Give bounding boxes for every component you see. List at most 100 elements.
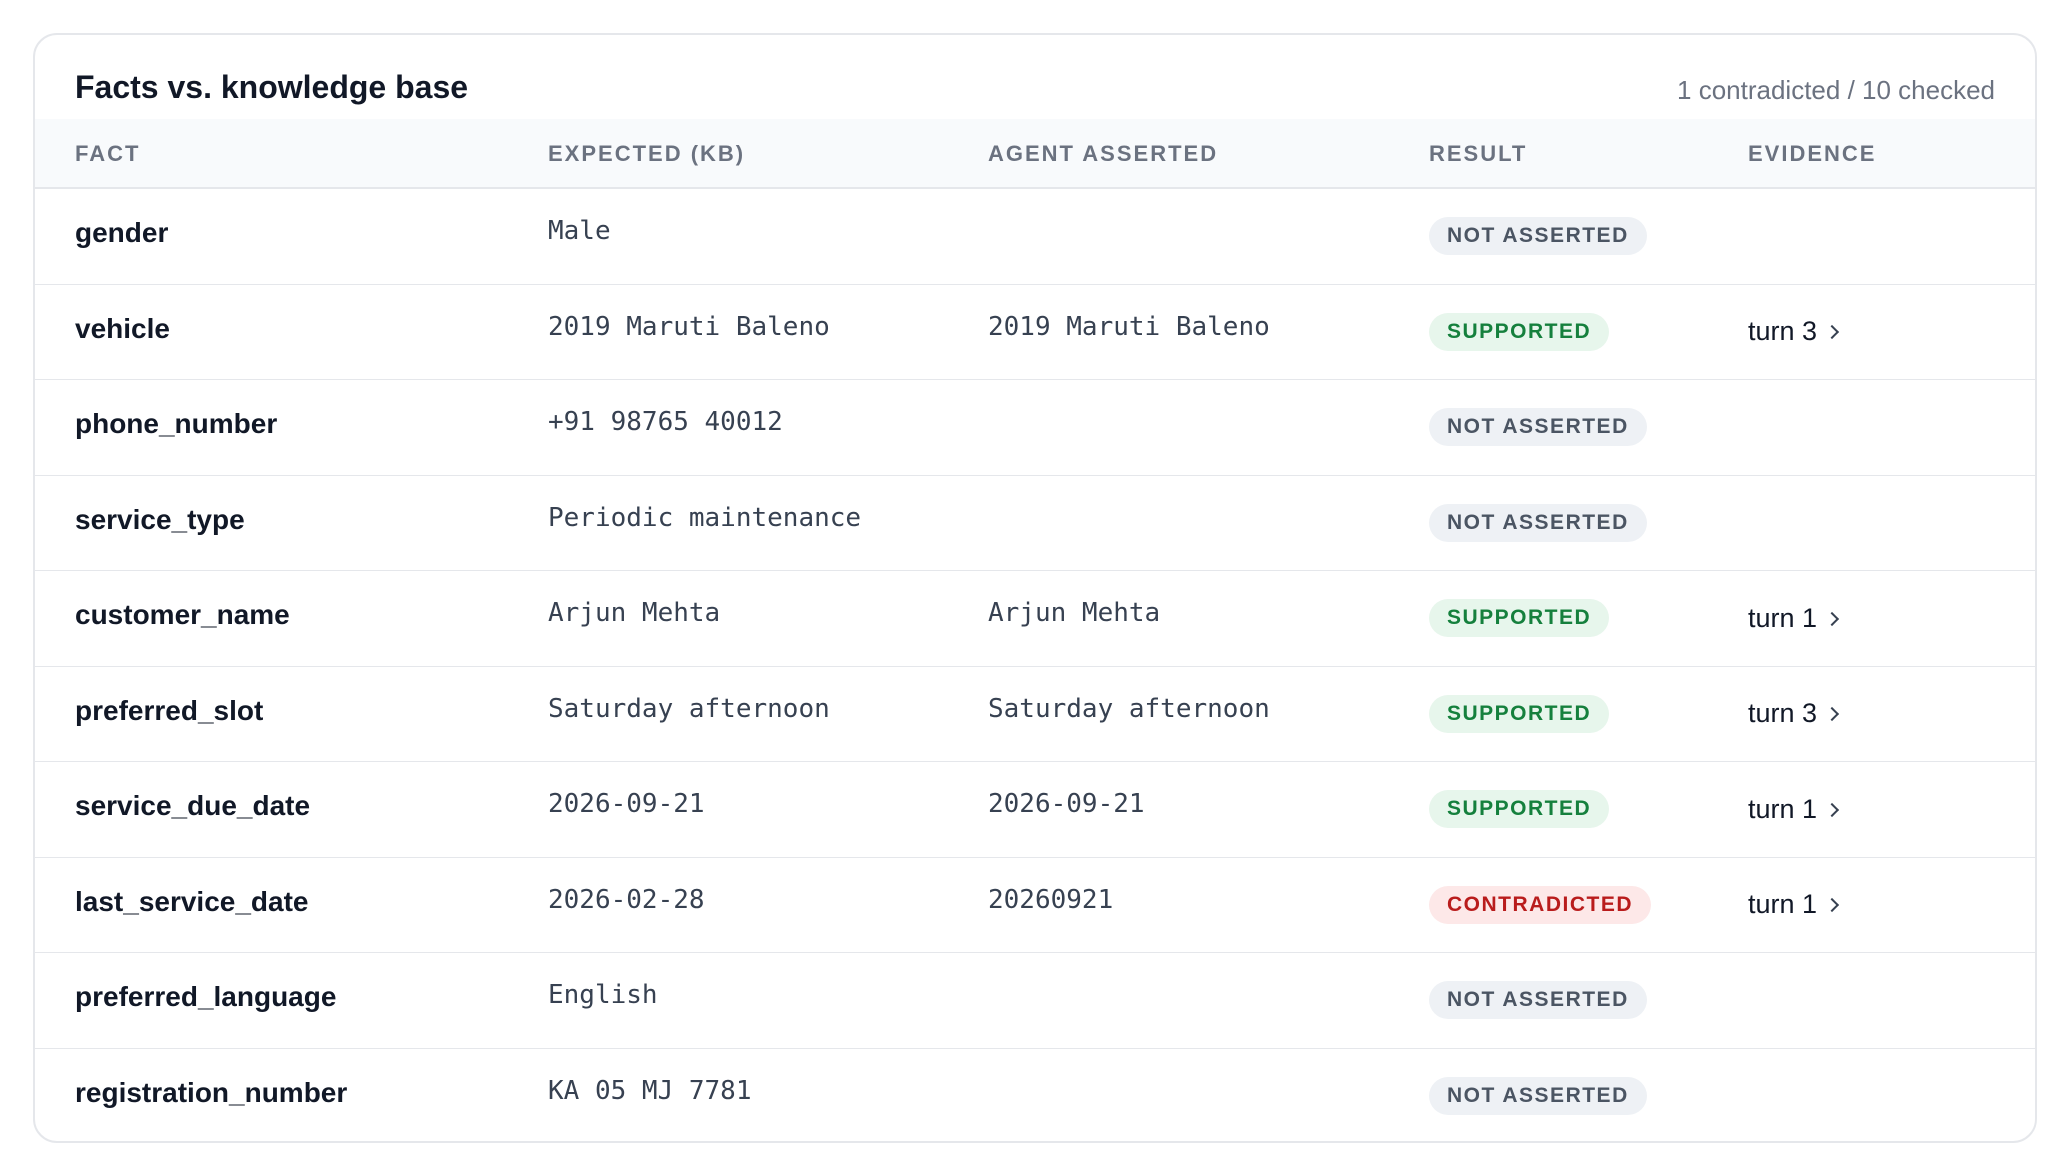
expected-cell: 2026-02-28: [548, 858, 705, 953]
facts-table: FACT EXPECTED (KB) AGENT ASSERTED RESULT…: [35, 119, 2035, 1142]
expected-value: 2026-02-28: [548, 884, 705, 915]
agent-asserted-cell: 2019 Maruti Baleno: [988, 285, 1270, 380]
column-header-result: RESULT: [1429, 141, 1528, 166]
fact-name: vehicle: [75, 312, 170, 344]
expected-cell: Periodic maintenance: [548, 476, 861, 571]
status-badge: NOT ASSERTED: [1429, 981, 1647, 1020]
evidence-cell: turn 1: [1748, 762, 1840, 857]
evidence-label: turn 1: [1748, 602, 1818, 633]
table-row: phone_number +91 98765 40012 NOT ASSERTED: [35, 380, 2035, 476]
evidence-cell: turn 3: [1748, 285, 1840, 380]
evidence-link[interactable]: turn 1: [1748, 794, 1840, 825]
result-cell: NOT ASSERTED: [1429, 189, 1647, 284]
fact-cell: vehicle: [75, 285, 170, 380]
result-cell: CONTRADICTED: [1429, 858, 1651, 953]
table-row: last_service_date 2026-02-28 20260921 CONTR…: [35, 858, 2035, 953]
agent-asserted-cell: 2026-09-21: [988, 762, 1145, 857]
chevron-right-icon: [1824, 802, 1840, 817]
card-title: Facts vs. knowledge base: [75, 69, 469, 105]
table-row: service_type Periodic maintenance NOT ASSE…: [35, 476, 2035, 571]
expected-value: 2026-09-21: [548, 789, 705, 820]
chevron-right-icon: [1824, 898, 1840, 913]
table-header: FACT EXPECTED (KB) AGENT ASSERTED RESULT…: [35, 119, 2035, 189]
status-badge: SUPPORTED: [1429, 694, 1610, 733]
fact-cell: preferred_slot: [75, 667, 263, 762]
fact-name: preferred_slot: [75, 694, 264, 726]
evidence-link[interactable]: turn 3: [1748, 316, 1840, 347]
evidence-cell: turn 3: [1748, 667, 1840, 762]
column-header-fact: FACT: [75, 141, 141, 166]
fact-cell: service_type: [75, 476, 245, 571]
table-row: vehicle 2019 Maruti Baleno 2019 Maruti Bal…: [35, 285, 2035, 380]
agent-asserted-value: 20260921: [988, 884, 1114, 915]
expected-cell: KA 05 MJ 7781: [548, 1049, 752, 1142]
agent-asserted-value: 2026-09-21: [988, 789, 1145, 820]
evidence-label: turn 3: [1748, 698, 1818, 729]
card-header: Facts vs. knowledge base 1 contradicted …: [35, 35, 2035, 119]
expected-value: +91 98765 40012: [548, 407, 783, 438]
expected-value: Arjun Mehta: [548, 598, 721, 629]
result-cell: SUPPORTED: [1429, 571, 1610, 666]
result-cell: NOT ASSERTED: [1429, 476, 1647, 571]
table-row: gender Male NOT ASSERTED: [35, 189, 2035, 285]
evidence-link[interactable]: turn 1: [1748, 602, 1840, 634]
agent-asserted-cell: 20260921: [988, 858, 1113, 953]
check-summary: 1 contradicted / 10 checked: [1677, 75, 1995, 105]
evidence-link[interactable]: turn 3: [1748, 698, 1840, 729]
fact-cell: preferred_language: [75, 953, 336, 1048]
status-badge: NOT ASSERTED: [1429, 408, 1647, 447]
expected-value: KA 05 MJ 7781: [548, 1076, 752, 1107]
fact-name: service_due_date: [75, 790, 311, 822]
result-cell: NOT ASSERTED: [1429, 1049, 1647, 1142]
expected-cell: 2026-09-21: [548, 762, 705, 857]
fact-name: customer_name: [75, 599, 290, 631]
expected-cell: Male: [548, 189, 611, 284]
expected-cell: 2019 Maruti Baleno: [548, 285, 830, 380]
agent-asserted-cell: Arjun Mehta: [988, 571, 1160, 666]
agent-asserted-value: 2019 Maruti Baleno: [988, 311, 1270, 342]
facts-card: Facts vs. knowledge base 1 contradicted …: [33, 33, 2037, 1143]
fact-name: registration_number: [75, 1077, 348, 1109]
agent-asserted-cell: Saturday afternoon: [988, 667, 1270, 762]
fact-cell: service_due_date: [75, 762, 310, 857]
fact-cell: customer_name: [75, 571, 290, 666]
table-row: registration_number KA 05 MJ 7781 NOT ASSE…: [35, 1049, 2035, 1142]
fact-name: gender: [75, 217, 169, 249]
status-badge: NOT ASSERTED: [1429, 503, 1647, 542]
evidence-label: turn 3: [1748, 316, 1818, 347]
chevron-right-icon: [1824, 325, 1840, 340]
result-cell: SUPPORTED: [1429, 285, 1610, 380]
fact-name: last_service_date: [75, 885, 309, 917]
column-header-evidence: EVIDENCE: [1748, 141, 1877, 166]
expected-cell: Saturday afternoon: [548, 667, 830, 762]
evidence-cell: turn 1: [1748, 858, 1840, 953]
column-header-agent-asserted: AGENT ASSERTED: [988, 141, 1219, 166]
expected-cell: Arjun Mehta: [548, 571, 720, 666]
status-badge: SUPPORTED: [1429, 599, 1610, 638]
fact-name: preferred_language: [75, 981, 337, 1013]
expected-cell: +91 98765 40012: [548, 380, 783, 475]
fact-cell: registration_number: [75, 1049, 348, 1142]
table-row: service_due_date 2026-09-21 2026-09-21 SUPP…: [35, 762, 2035, 858]
result-cell: SUPPORTED: [1429, 667, 1610, 762]
chevron-right-icon: [1824, 707, 1840, 722]
expected-value: English: [548, 980, 658, 1011]
result-cell: NOT ASSERTED: [1429, 380, 1647, 475]
result-cell: SUPPORTED: [1429, 762, 1610, 857]
fact-name: phone_number: [75, 408, 278, 440]
table-row: preferred_slot Saturday afternoon Saturday…: [35, 667, 2035, 762]
agent-asserted-value: Arjun Mehta: [988, 598, 1161, 629]
fact-cell: gender: [75, 189, 168, 284]
table-row: preferred_language English NOT ASSERTED: [35, 953, 2035, 1049]
evidence-link[interactable]: turn 1: [1748, 889, 1840, 920]
expected-value: Male: [548, 216, 611, 247]
status-badge: NOT ASSERTED: [1429, 217, 1647, 256]
status-badge: NOT ASSERTED: [1429, 1077, 1647, 1116]
result-cell: NOT ASSERTED: [1429, 953, 1647, 1048]
expected-cell: English: [548, 953, 658, 1048]
status-badge: CONTRADICTED: [1429, 885, 1651, 924]
fact-cell: phone_number: [75, 380, 277, 475]
evidence-label: turn 1: [1748, 889, 1818, 920]
expected-value: Periodic maintenance: [548, 502, 862, 533]
fact-cell: last_service_date: [75, 858, 309, 953]
